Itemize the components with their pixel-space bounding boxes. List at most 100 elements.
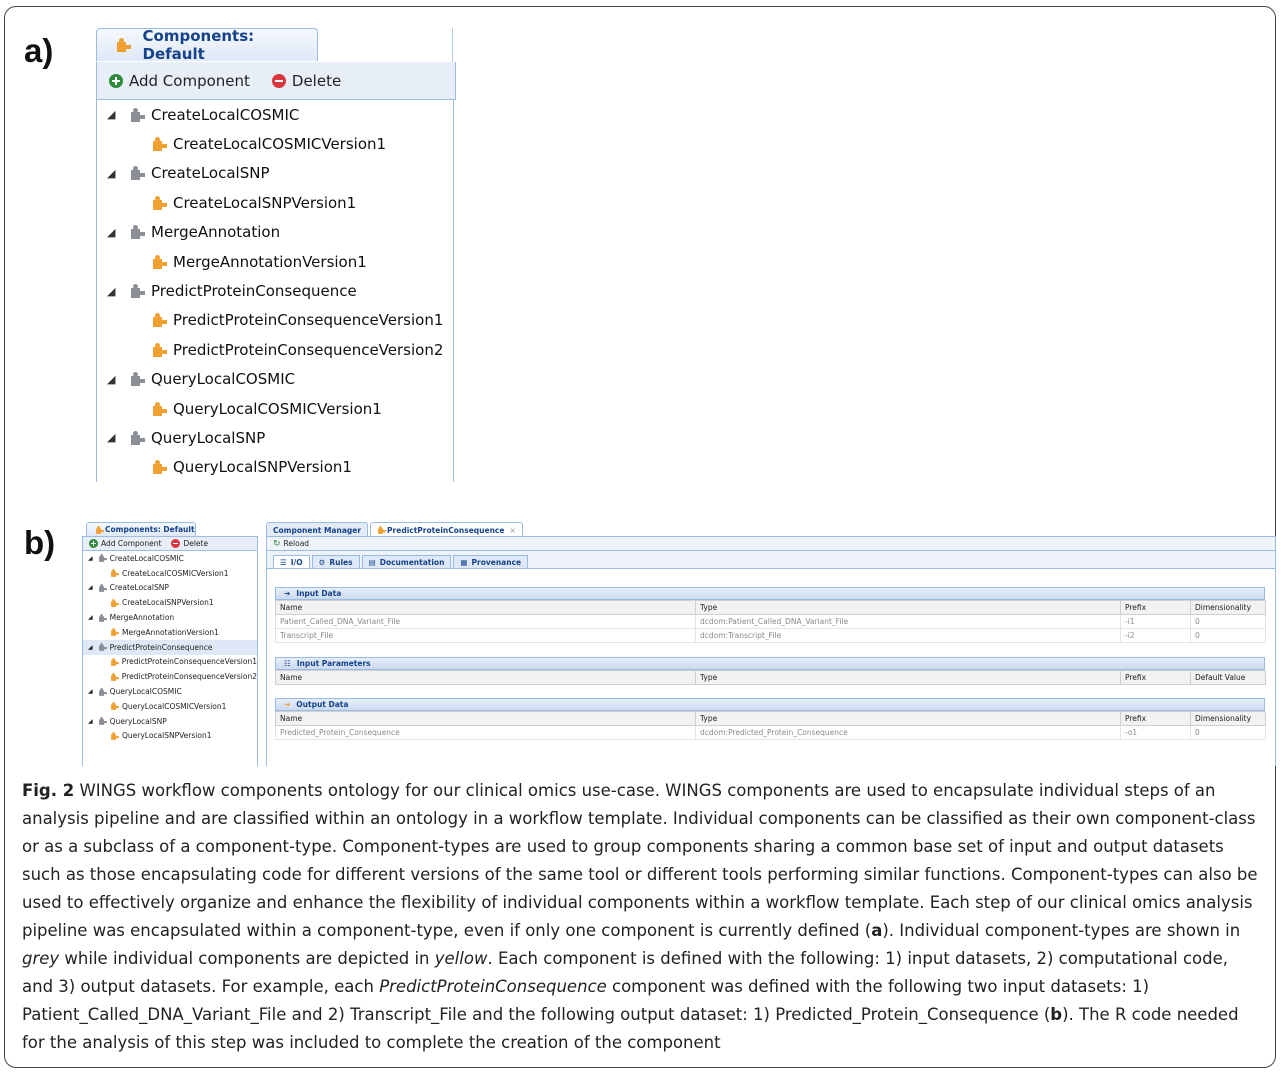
tab-documentation[interactable]: ▤ Documentation [361,555,452,568]
tree-node-class[interactable]: ◢ MergeAnnotation [97,218,453,247]
expand-arrow-icon[interactable]: ◢ [88,644,93,651]
tree-node-component[interactable]: PredictProteinConsequenceVersion2 [97,335,453,364]
expand-arrow-icon[interactable]: ◢ [107,226,119,239]
tree-node-class[interactable]: ◢ CreateLocalCOSMIC [83,551,257,566]
column-header[interactable]: Name [275,711,696,726]
delete-button[interactable]: Delete [171,539,208,548]
expand-arrow-icon[interactable]: ◢ [88,718,93,725]
puzzle-icon [129,165,147,181]
table-cell[interactable]: Patient_Called_DNA_Variant_File [275,614,696,629]
component-tree: ◢ CreateLocalCOSMIC CreateLocalCOSMICVers… [96,100,454,482]
puzzle-icon [151,254,169,270]
delete-button[interactable]: Delete [271,72,341,90]
tree-node-component[interactable]: MergeAnnotationVersion1 [97,247,453,276]
table-cell[interactable]: dcdom:Patient_Called_DNA_Variant_File [695,614,1121,629]
tree-node-class[interactable]: ◢ CreateLocalCOSMIC [97,100,453,129]
tree-node-label: PredictProteinConsequenceVersion1 [121,657,257,667]
tree-node-component[interactable]: CreateLocalCOSMICVersion1 [83,566,257,581]
add-component-button[interactable]: Add Component [89,539,161,548]
table-row[interactable]: Transcript_File dcdom:Transcript_File -i… [275,628,1266,643]
tree-node-component[interactable]: QueryLocalSNPVersion1 [83,729,257,744]
tree-node-component[interactable]: QueryLocalSNPVersion1 [97,453,453,482]
column-header[interactable]: Prefix [1120,600,1191,615]
tree-node-component[interactable]: PredictProteinConsequenceVersion2 [83,669,257,684]
tree-node-class[interactable]: ◢ QueryLocalCOSMIC [97,365,453,394]
tree-node-class[interactable]: ◢ MergeAnnotation [83,610,257,625]
column-header[interactable]: Type [695,670,1121,685]
puzzle-icon [110,628,119,637]
column-header[interactable]: Default Value [1190,670,1266,685]
table-cell[interactable]: -i2 [1120,628,1191,643]
table-cell[interactable]: dcdom:Transcript_File [695,628,1121,643]
tree-node-component[interactable]: PredictProteinConsequenceVersion1 [83,655,257,670]
expand-arrow-icon[interactable]: ◢ [107,167,119,180]
expand-arrow-icon[interactable]: ◢ [107,108,119,121]
table-header-row: Name Type Prefix Dimensionality [275,711,1266,726]
table-cell[interactable]: Predicted_Protein_Consequence [275,725,696,740]
table-row[interactable]: Predicted_Protein_Consequence dcdom:Pred… [275,725,1266,740]
expand-arrow-icon[interactable]: ◢ [88,584,93,591]
tree-node-component[interactable]: CreateLocalCOSMICVersion1 [97,129,453,158]
expand-arrow-icon[interactable]: ◢ [107,373,119,386]
tree-node-label: QueryLocalSNPVersion1 [173,458,352,477]
column-header[interactable]: Dimensionality [1190,711,1266,726]
tab-label: Provenance [471,557,522,567]
table-cell[interactable]: 0 [1190,628,1266,643]
tree-node-class[interactable]: ◢ CreateLocalSNP [97,159,453,188]
tree-node-class-selected[interactable]: ◢ PredictProteinConsequence [83,639,257,655]
column-header[interactable]: Type [695,711,1121,726]
tab-provenance[interactable]: ▦ Provenance [453,555,529,568]
tab-component-manager[interactable]: Component Manager [266,522,369,537]
tab-rules[interactable]: ⚙ Rules [311,555,360,568]
column-header[interactable]: Prefix [1120,670,1191,685]
table-row[interactable]: Patient_Called_DNA_Variant_File dcdom:Pa… [275,614,1266,629]
table-cell[interactable]: -i1 [1120,614,1191,629]
puzzle-icon [151,459,169,475]
tab-io[interactable]: ☰ I/O [273,555,310,568]
delete-label: Delete [183,539,209,548]
tree-node-class[interactable]: ◢ QueryLocalCOSMIC [83,684,257,699]
tree-node-component[interactable]: CreateLocalSNPVersion1 [83,595,257,610]
section-header[interactable]: ➜ Output Data [275,698,1265,711]
expand-arrow-icon[interactable]: ◢ [107,285,119,298]
section-header[interactable]: ➜ Input Data [275,587,1265,600]
close-icon[interactable]: × [509,526,515,535]
table-cell[interactable]: Transcript_File [275,628,696,643]
expand-arrow-icon[interactable]: ◢ [88,688,93,695]
tab-predict-protein-consequence[interactable]: PredictProteinConsequence × [370,522,523,537]
table-cell[interactable]: dcdom:Predicted_Protein_Consequence [695,725,1121,740]
table-cell[interactable]: -o1 [1120,725,1191,740]
sliders-icon: ☷ [284,659,291,668]
tree-node-component[interactable]: PredictProteinConsequenceVersion1 [97,306,453,335]
tab-label: Rules [329,557,353,567]
expand-arrow-icon[interactable]: ◢ [107,431,119,444]
add-component-button[interactable]: Add Component [109,72,250,90]
tree-node-class[interactable]: ◢ PredictProteinConsequence [97,276,453,305]
tree-node-component[interactable]: QueryLocalCOSMICVersion1 [83,699,257,714]
expand-arrow-icon[interactable]: ◢ [88,614,93,621]
component-tree: ◢ CreateLocalCOSMIC CreateLocalCOSMICVers… [82,551,258,766]
tab-label: Components: Default [142,27,255,63]
tree-node-component[interactable]: QueryLocalCOSMICVersion1 [97,394,453,423]
tab-strip: Components: Default [96,27,456,63]
column-header[interactable]: Name [275,670,696,685]
column-header[interactable]: Type [695,600,1121,615]
table-cell[interactable]: 0 [1190,614,1266,629]
tree-node-class[interactable]: ◢ QueryLocalSNP [83,714,257,729]
expand-arrow-icon[interactable]: ◢ [88,555,93,562]
column-header[interactable]: Prefix [1120,711,1191,726]
tab-components-default[interactable]: Components: Default [96,27,318,63]
section-header[interactable]: ☷ Input Parameters [275,657,1265,670]
table-icon: ▦ [460,557,468,567]
gears-icon: ⚙ [318,557,326,567]
tree-node-class[interactable]: ◢ QueryLocalSNP [97,423,453,452]
table-cell[interactable]: 0 [1190,725,1266,740]
tree-node-component[interactable]: MergeAnnotationVersion1 [83,625,257,640]
column-header[interactable]: Name [275,600,696,615]
puzzle-icon [151,401,169,417]
tab-components-default[interactable]: Components: Default [86,522,196,536]
column-header[interactable]: Dimensionality [1190,600,1266,615]
tree-node-class[interactable]: ◢ CreateLocalSNP [83,581,257,596]
tree-node-component[interactable]: CreateLocalSNPVersion1 [97,188,453,217]
reload-button[interactable]: ↻ Reload [273,539,309,549]
